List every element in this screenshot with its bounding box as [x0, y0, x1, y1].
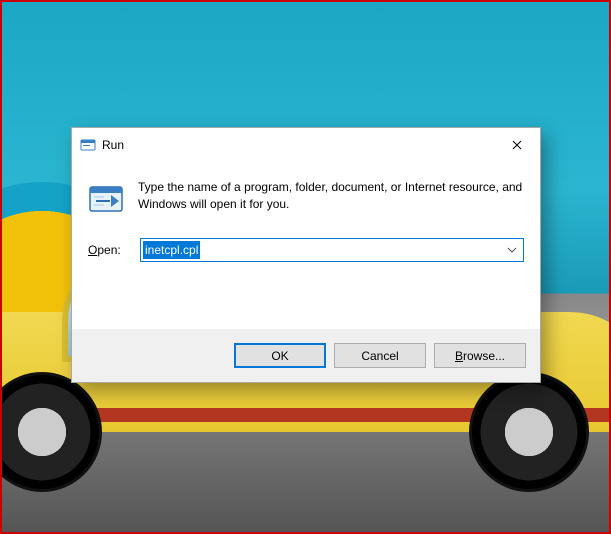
ok-button[interactable]: OK [234, 343, 326, 368]
titlebar[interactable]: Run [72, 128, 540, 161]
chevron-down-icon [507, 247, 517, 253]
button-row: OK Cancel Browse... [72, 329, 540, 382]
run-dialog: Run Type the name of a program, folder, … [71, 127, 541, 383]
dialog-content: Type the name of a program, folder, docu… [72, 161, 540, 228]
open-input[interactable] [140, 238, 524, 262]
close-button[interactable] [494, 130, 540, 160]
run-icon [80, 137, 96, 153]
close-icon [512, 140, 522, 150]
open-field-row: Open: inetcpl.cpl [72, 228, 540, 272]
run-icon-large [88, 181, 124, 220]
open-label: Open: [88, 243, 130, 257]
open-combobox[interactable]: inetcpl.cpl [140, 238, 524, 262]
dialog-description: Type the name of a program, folder, docu… [138, 179, 524, 220]
cancel-button[interactable]: Cancel [334, 343, 426, 368]
open-dropdown-button[interactable] [501, 239, 523, 261]
browse-button[interactable]: Browse... [434, 343, 526, 368]
car-wheel-front [469, 372, 589, 492]
dialog-title: Run [102, 138, 494, 152]
